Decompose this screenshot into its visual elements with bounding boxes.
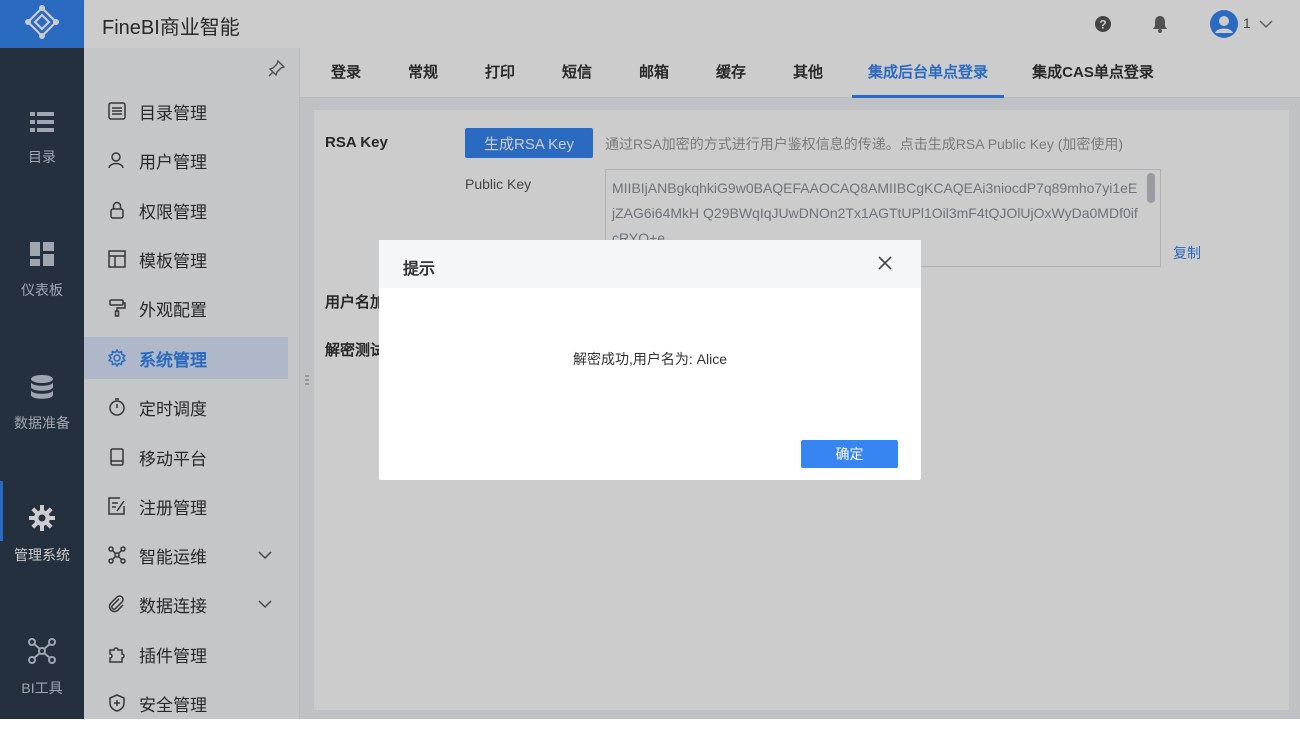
dialog-header: 提示 bbox=[379, 240, 921, 288]
ok-button[interactable]: 确定 bbox=[801, 440, 898, 468]
alert-dialog: 提示 解密成功,用户名为: Alice 确定 bbox=[379, 240, 921, 480]
dialog-title: 提示 bbox=[403, 261, 436, 278]
dialog-message: 解密成功,用户名为: Alice bbox=[572, 351, 727, 367]
close-icon[interactable] bbox=[875, 253, 895, 273]
